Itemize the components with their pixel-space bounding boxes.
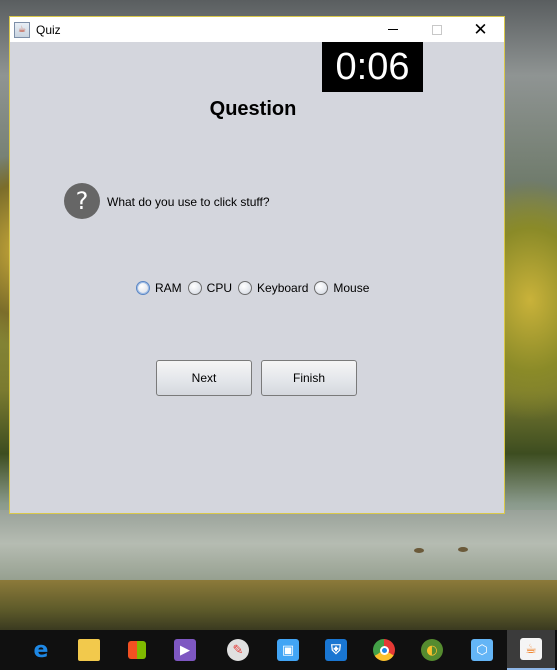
option-label: Mouse: [333, 281, 370, 295]
visual-studio-icon: ▶: [174, 639, 196, 661]
taskbar-contacts[interactable]: ▣: [264, 630, 312, 670]
taskbar: e ▶ ✎ ▣ ⛨ ◐ ⬡ ☕: [0, 630, 557, 670]
option-label: CPU: [206, 281, 233, 295]
taskbar-defender[interactable]: ⛨: [312, 630, 360, 670]
taskbar-eclipse[interactable]: ◐: [408, 630, 456, 670]
paint-icon: ✎: [227, 639, 249, 661]
question-mark-icon: ?: [64, 183, 100, 219]
radio-button[interactable]: [238, 281, 253, 295]
question-text: What do you use to click stuff?: [107, 195, 270, 209]
contacts-icon: ▣: [277, 639, 299, 661]
eclipse-icon: ◐: [421, 639, 443, 661]
option-label: RAM: [155, 281, 182, 295]
minimize-icon: [387, 29, 398, 30]
wallpaper-shore: [0, 580, 557, 630]
java-icon: ☕: [14, 21, 30, 38]
taskbar-virtualbox[interactable]: ⬡: [458, 630, 506, 670]
option-ram[interactable]: RAM: [136, 281, 182, 295]
next-button[interactable]: Next: [156, 360, 252, 396]
taskbar-paint[interactable]: ✎: [214, 630, 262, 670]
window-title: Quiz: [36, 22, 61, 37]
title-bar[interactable]: ☕ Quiz ✕: [10, 17, 504, 42]
maximize-icon: [431, 24, 442, 35]
taskbar-chrome[interactable]: [360, 630, 408, 670]
defender-icon: ⛨: [325, 639, 347, 661]
taskbar-java[interactable]: ☕: [507, 630, 555, 670]
chrome-icon: [373, 639, 395, 661]
taskbar-store[interactable]: [113, 630, 161, 670]
countdown-timer: 0:06: [322, 42, 423, 92]
wallpaper-duck: [458, 547, 468, 552]
wallpaper-duck: [414, 548, 424, 553]
option-mouse[interactable]: Mouse: [314, 281, 369, 295]
taskbar-visual-studio[interactable]: ▶: [161, 630, 209, 670]
maximize-button[interactable]: [414, 17, 459, 42]
radio-button[interactable]: [187, 281, 202, 295]
radio-button[interactable]: [314, 281, 329, 295]
virtualbox-icon: ⬡: [471, 639, 493, 661]
close-button[interactable]: ✕: [458, 17, 503, 42]
taskbar-file-explorer[interactable]: [65, 630, 113, 670]
option-label: Keyboard: [257, 281, 309, 295]
minimize-button[interactable]: [370, 17, 415, 42]
option-cpu[interactable]: CPU: [187, 281, 233, 295]
quiz-window: ☕ Quiz ✕ 0:06 Question ? What do you use…: [9, 16, 505, 514]
option-keyboard[interactable]: Keyboard: [238, 281, 308, 295]
store-icon: [128, 641, 146, 659]
question-heading: Question: [209, 98, 297, 120]
file-explorer-icon: [78, 639, 100, 661]
java-icon: ☕: [520, 638, 542, 660]
edge-icon: e: [33, 637, 49, 663]
answer-options: RAM CPU Keyboard Mouse: [136, 281, 375, 295]
taskbar-edge[interactable]: e: [17, 630, 65, 670]
radio-button[interactable]: [136, 281, 150, 295]
close-icon: ✕: [473, 19, 488, 40]
finish-button[interactable]: Finish: [261, 360, 357, 396]
